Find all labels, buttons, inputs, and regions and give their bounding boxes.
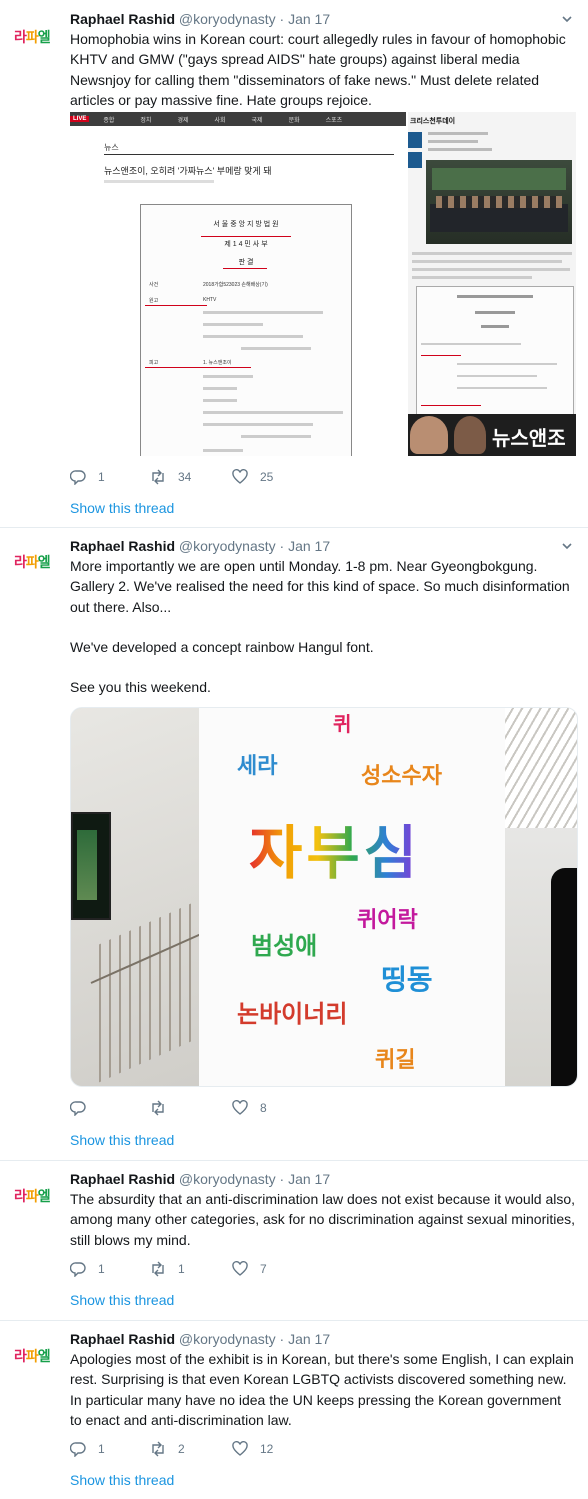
show-thread-link[interactable]: Show this thread bbox=[70, 1292, 174, 1308]
show-thread-link[interactable]: Show this thread bbox=[70, 1472, 174, 1488]
side-title: 크리스천투데이 bbox=[410, 118, 456, 125]
tweet-media[interactable]: LIVE 종합 정치 경제 사회 국제 문화 스포츠 뉴스 뉴스앤조이, 오히려… bbox=[70, 112, 576, 456]
poster-word: 띵동 bbox=[381, 963, 433, 996]
poster-word: 논바이너리 bbox=[237, 1000, 348, 1028]
like-button[interactable]: 12 bbox=[232, 1438, 273, 1460]
author-name[interactable]: Raphael Rashid bbox=[70, 1171, 175, 1187]
tweet-header: Raphael Rashid @koryodynasty · Jan 17 bbox=[70, 1331, 331, 1347]
like-button[interactable]: 25 bbox=[232, 466, 273, 488]
document-department: 제 1 4 민 사 부 bbox=[224, 241, 268, 248]
tweet-date[interactable]: Jan 17 bbox=[288, 538, 330, 554]
avatar[interactable]: 라파엘 bbox=[14, 552, 60, 574]
heart-icon bbox=[232, 1441, 248, 1456]
reply-icon bbox=[70, 1262, 86, 1277]
tweet-date[interactable]: Jan 17 bbox=[288, 11, 330, 27]
retweet-count: 34 bbox=[178, 470, 192, 484]
retweet-button[interactable] bbox=[150, 1097, 178, 1119]
like-count: 12 bbox=[260, 1442, 274, 1456]
poster-word: 세라 bbox=[237, 754, 278, 779]
tweet[interactable]: 라파엘 Raphael Rashid @koryodynasty · Jan 1… bbox=[0, 1160, 588, 1321]
reply-icon bbox=[70, 470, 86, 485]
tweet[interactable]: 라파엘 Raphael Rashid @koryodynasty · Jan 1… bbox=[0, 1320, 588, 1499]
news-section: 뉴스 bbox=[104, 143, 119, 152]
show-thread-link[interactable]: Show this thread bbox=[70, 1132, 174, 1148]
side-screenshot: 크리스천투데이 뉴스앤조 bbox=[408, 112, 576, 456]
like-count: 7 bbox=[260, 1262, 267, 1276]
retweet-icon bbox=[152, 1261, 164, 1277]
tweet-date[interactable]: Jan 17 bbox=[288, 1331, 330, 1347]
retweet-count: 1 bbox=[178, 1262, 185, 1276]
reply-count: 1 bbox=[98, 470, 105, 484]
tv-caption: 뉴스앤조 bbox=[492, 428, 566, 450]
author-name[interactable]: Raphael Rashid bbox=[70, 11, 175, 27]
news-screenshot: LIVE 종합 정치 경제 사회 국제 문화 스포츠 뉴스 뉴스앤조이, 오히려… bbox=[70, 112, 406, 456]
like-count: 8 bbox=[260, 1101, 267, 1115]
author-name[interactable]: Raphael Rashid bbox=[70, 1331, 175, 1347]
poster-word: 퀴어락 bbox=[357, 908, 418, 933]
retweet-icon bbox=[152, 1441, 164, 1457]
tweet-header: Raphael Rashid @koryodynasty · Jan 17 bbox=[70, 11, 331, 27]
like-button[interactable]: 7 bbox=[232, 1258, 267, 1280]
retweet-button[interactable]: 34 bbox=[150, 466, 191, 488]
press-conference-photo bbox=[426, 160, 572, 244]
tweet-text: Homophobia wins in Korean court: court a… bbox=[70, 31, 566, 108]
heart-icon bbox=[232, 469, 248, 484]
live-badge: LIVE bbox=[70, 116, 90, 122]
tweet-date[interactable]: Jan 17 bbox=[288, 1171, 330, 1187]
side-document bbox=[416, 286, 574, 418]
show-thread-link[interactable]: Show this thread bbox=[70, 500, 174, 516]
tweet-text: More importantly we are open until Monda… bbox=[70, 556, 576, 697]
reply-icon bbox=[70, 1101, 86, 1116]
avatar[interactable]: 라파엘 bbox=[14, 1346, 60, 1368]
tweet-header: Raphael Rashid @koryodynasty · Jan 17 bbox=[70, 1171, 331, 1187]
like-count: 25 bbox=[260, 470, 274, 484]
reply-button[interactable] bbox=[70, 1097, 98, 1119]
right-wall bbox=[505, 708, 577, 1086]
retweet-button[interactable]: 2 bbox=[150, 1438, 185, 1460]
tv-clip: 뉴스앤조 bbox=[408, 414, 576, 456]
document-court-name: 서 울 중 앙 지 방 법 원 bbox=[213, 221, 279, 228]
chevron-down-icon[interactable] bbox=[560, 12, 574, 26]
news-nav-bar: LIVE 종합 정치 경제 사회 국제 문화 스포츠 bbox=[70, 112, 406, 126]
retweet-icon bbox=[152, 1100, 164, 1116]
news-headline: 뉴스앤조이, 오히려 '가짜뉴스' 부메랑 맞게 돼 bbox=[104, 166, 272, 176]
reply-count: 1 bbox=[98, 1262, 105, 1276]
author-handle[interactable]: @koryodynasty bbox=[179, 538, 276, 554]
tweet-header: Raphael Rashid @koryodynasty · Jan 17 bbox=[70, 538, 331, 554]
like-button[interactable]: 8 bbox=[232, 1097, 267, 1119]
tweet-paragraph: More importantly we are open until Monda… bbox=[70, 558, 570, 615]
court-document: 서 울 중 앙 지 방 법 원 제 1 4 민 사 부 판 결 사건 2018가… bbox=[140, 204, 352, 456]
poster-word: 범성애 bbox=[251, 932, 318, 960]
tweet-paragraph: We've developed a concept rainbow Hangul… bbox=[70, 638, 374, 655]
reply-button[interactable]: 1 bbox=[70, 1438, 105, 1460]
reply-button[interactable]: 1 bbox=[70, 466, 105, 488]
heart-icon bbox=[232, 1100, 248, 1115]
reply-button[interactable]: 1 bbox=[70, 1258, 105, 1280]
retweet-button[interactable]: 1 bbox=[150, 1258, 185, 1280]
poster-word: 퀴길 bbox=[375, 1048, 416, 1073]
heart-icon bbox=[232, 1261, 248, 1276]
tweet-text: The absurdity that an anti-discriminatio… bbox=[70, 1191, 576, 1248]
tweet[interactable]: 라파엘 Raphael Rashid @koryodynasty · Jan 1… bbox=[0, 527, 588, 1161]
poster-word: 퀴 bbox=[333, 712, 352, 736]
reply-count: 1 bbox=[98, 1442, 105, 1456]
tweet[interactable]: 라파엘 Raphael Rashid @koryodynasty · Jan 1… bbox=[0, 0, 588, 528]
retweet-count: 2 bbox=[178, 1442, 185, 1456]
chevron-down-icon[interactable] bbox=[560, 539, 574, 553]
poster-word: 성소수자 bbox=[361, 764, 442, 789]
document-type: 판 결 bbox=[238, 259, 254, 266]
author-handle[interactable]: @koryodynasty bbox=[179, 11, 276, 27]
poster-title: 자부심 bbox=[249, 806, 421, 890]
tweet-paragraph: See you this weekend. bbox=[70, 679, 211, 696]
tweet-photo[interactable]: 퀴 세라 성소수자 자부심 퀴어락 범성애 띵동 논바이너리 퀴길 bbox=[70, 707, 578, 1087]
avatar[interactable]: 라파엘 bbox=[14, 1186, 60, 1208]
author-handle[interactable]: @koryodynasty bbox=[179, 1331, 276, 1347]
author-name[interactable]: Raphael Rashid bbox=[70, 538, 175, 554]
avatar[interactable]: 라파엘 bbox=[14, 27, 60, 49]
author-handle[interactable]: @koryodynasty bbox=[179, 1171, 276, 1187]
tweet-text: Apologies most of the exhibit is in Kore… bbox=[70, 1351, 574, 1428]
reply-icon bbox=[70, 1442, 86, 1457]
tv-screen bbox=[71, 812, 111, 920]
retweet-icon bbox=[152, 469, 164, 485]
